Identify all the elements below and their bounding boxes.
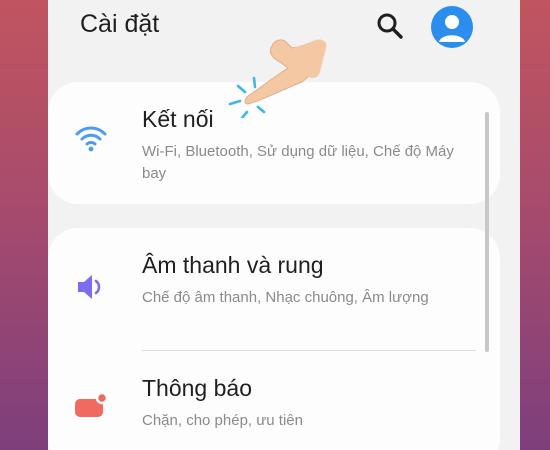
settings-item-subtitle: Chế độ âm thanh, Nhạc chuông, Âm lượng [142,289,429,306]
settings-item-notifications[interactable]: Thông báo Chặn, cho phép, ưu tiên [48,351,500,450]
scrollbar[interactable] [485,112,489,352]
search-button[interactable] [374,10,406,42]
settings-screen: Cài đặt Kết nối Wi-Fi, Bluetooth, Sử dụn… [48,0,520,450]
settings-item-title: Âm thanh và rung [142,252,324,278]
notification-icon [75,391,108,417]
account-button[interactable] [431,6,473,48]
settings-item-connections[interactable]: Kết nối Wi-Fi, Bluetooth, Sử dụng dữ liệ… [48,82,500,204]
connections-card: Kết nối Wi-Fi, Bluetooth, Sử dụng dữ liệ… [48,82,500,204]
settings-item-subtitle: Chặn, cho phép, ưu tiên [142,412,303,429]
settings-item-sound[interactable]: Âm thanh và rung Chế độ âm thanh, Nhạc c… [48,228,500,350]
top-bar: Cài đặt [48,0,520,60]
settings-item-title: Thông báo [142,375,252,401]
search-icon [377,13,403,39]
wifi-icon [75,126,107,152]
settings-item-subtitle: Wi-Fi, Bluetooth, Sử dụng dữ liệu, Chế đ… [142,143,454,182]
account-icon [439,15,465,42]
page-title: Cài đặt [80,10,160,38]
volume-icon [78,275,101,299]
settings-item-title: Kết nối [142,106,214,132]
sound-notifications-card: Âm thanh và rung Chế độ âm thanh, Nhạc c… [48,228,500,450]
